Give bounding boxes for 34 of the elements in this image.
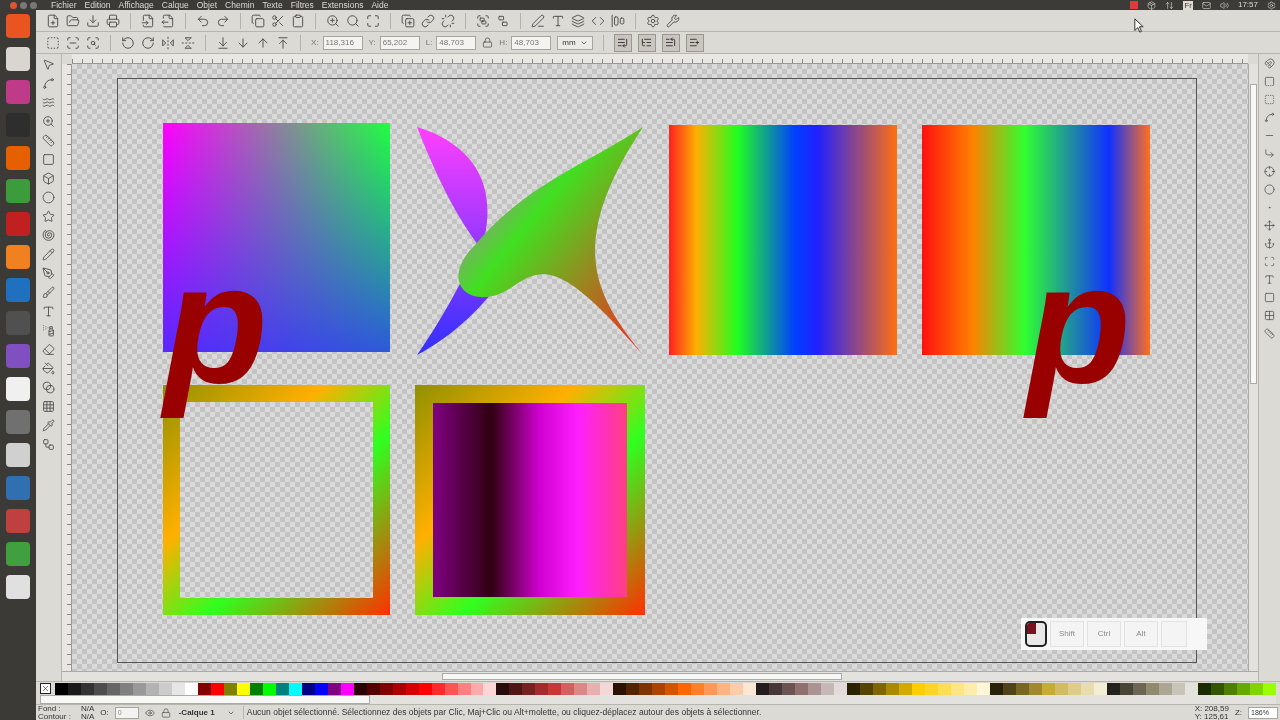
stroke-value: N/A xyxy=(80,712,95,720)
field-label: Y: xyxy=(368,36,376,49)
number-field[interactable]: 118,316 xyxy=(322,35,363,50)
menu-item[interactable]: Filtres xyxy=(290,0,314,10)
modifier-key: Alt xyxy=(1124,621,1158,647)
menu-item[interactable]: Fichier xyxy=(51,0,77,10)
menu-item[interactable]: Edition xyxy=(84,0,111,10)
cursor-x: X: 208,59 xyxy=(1194,704,1229,713)
number-field[interactable]: 48,703 xyxy=(511,35,552,50)
fill-label: Fond : xyxy=(38,704,62,713)
field-label: L: xyxy=(425,36,433,49)
field-label: H: xyxy=(499,36,508,49)
layer-dropdown[interactable]: -Calque 1 xyxy=(176,706,237,719)
menu-item[interactable]: Aide xyxy=(371,0,389,10)
keyboard-layout[interactable]: Fr xyxy=(1183,0,1193,10)
opacity-label: O: xyxy=(100,706,109,719)
fill-value: N/A xyxy=(80,704,95,713)
status-message: Aucun objet sélectionné. Sélectionnez des objets par Clic, Maj+Clic ou Alt+molette, ou cliquez-déplacez autour des objets à sélectionner. xyxy=(242,706,1189,719)
cursor-y: Y: 125,61 xyxy=(1194,712,1229,720)
modifier-key: Ctrl xyxy=(1087,621,1121,647)
menu-item[interactable]: Objet xyxy=(196,0,218,10)
number-field[interactable]: 48,703 xyxy=(436,35,477,50)
clock[interactable]: 17:57 xyxy=(1237,0,1258,10)
modifier-key: Shift xyxy=(1050,621,1084,647)
unit-dropdown[interactable]: mm xyxy=(557,35,593,50)
menu-item[interactable]: Calque xyxy=(161,0,189,10)
menu-item[interactable]: Extensions xyxy=(321,0,364,10)
menu-item[interactable]: Chemin xyxy=(225,0,255,10)
zoom-label: Z: xyxy=(1234,706,1242,719)
menu-item[interactable]: Texte xyxy=(262,0,283,10)
field-label: X: xyxy=(311,36,319,49)
menu-item[interactable]: Affichage xyxy=(118,0,154,10)
stroke-label: Contour : xyxy=(38,712,71,720)
number-field[interactable]: 65,202 xyxy=(379,35,420,50)
